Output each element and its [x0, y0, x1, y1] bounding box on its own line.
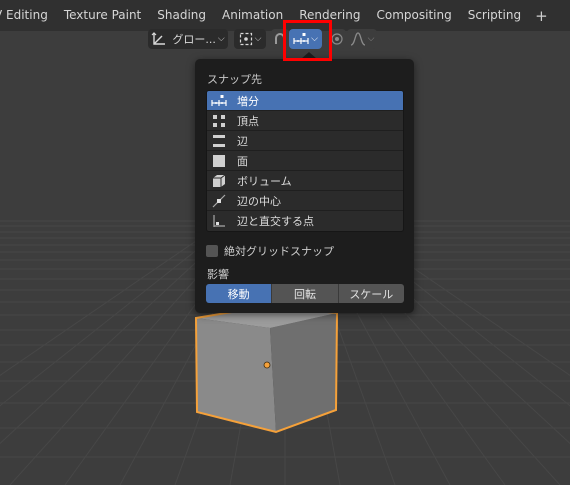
- absolute-grid-snap-option[interactable]: 絶対グリッドスナップ: [206, 243, 334, 259]
- snap-option-vertex[interactable]: 頂点: [207, 111, 403, 131]
- increment-icon: [293, 33, 309, 44]
- tab-scripting[interactable]: Scripting: [460, 0, 529, 31]
- snap-target-dropdown[interactable]: ⌵: [289, 29, 322, 49]
- snap-option-edge-perpendicular[interactable]: 辺と直交する点: [207, 211, 403, 231]
- snap-option-label: 面: [237, 154, 248, 168]
- snap-option-label: 増分: [237, 94, 259, 108]
- affect-toggle-group: 移動 回転 スケール: [206, 284, 404, 303]
- absolute-grid-snap-checkbox[interactable]: [206, 245, 218, 257]
- affect-heading: 影響: [207, 268, 229, 281]
- affect-scale-button[interactable]: スケール: [338, 284, 404, 303]
- orientation-label: グロー...: [172, 33, 216, 46]
- snap-option-face[interactable]: 面: [207, 151, 403, 171]
- affect-rotate-button[interactable]: 回転: [272, 284, 339, 303]
- edge-perpendicular-icon: [211, 214, 227, 228]
- face-icon: [211, 154, 227, 168]
- proportional-editing-icon: [331, 33, 343, 45]
- default-cube[interactable]: [194, 304, 339, 434]
- proportional-editing-toggle[interactable]: [328, 29, 346, 49]
- snap-option-increment[interactable]: 増分: [207, 91, 403, 111]
- pivot-icon: [239, 32, 252, 46]
- snap-option-edge-center[interactable]: 辺の中心: [207, 191, 403, 211]
- snap-toggle-button[interactable]: [271, 29, 289, 49]
- snap-option-label: ボリューム: [237, 174, 292, 188]
- snap-to-heading: スナップ先: [207, 73, 262, 86]
- chevron-down-icon: ⌵: [217, 34, 225, 44]
- snap-option-edge[interactable]: 辺: [207, 131, 403, 151]
- affect-move-button[interactable]: 移動: [206, 284, 273, 303]
- tab-rendering[interactable]: Rendering: [291, 0, 368, 31]
- edge-center-icon: [211, 194, 227, 208]
- snap-option-label: 辺: [237, 134, 248, 148]
- pivot-point-dropdown[interactable]: ⌵: [234, 29, 266, 49]
- tab-texture-paint[interactable]: Texture Paint: [56, 0, 149, 31]
- falloff-curve-icon: [350, 32, 365, 46]
- tab-uv-editing[interactable]: V Editing: [0, 0, 56, 31]
- magnet-icon: [275, 33, 285, 44]
- chevron-down-icon: ⌵: [367, 34, 375, 44]
- tab-shading[interactable]: Shading: [149, 0, 214, 31]
- transform-orientation-dropdown[interactable]: グロー... ⌵: [148, 29, 228, 49]
- popover-pointer: [301, 52, 317, 59]
- snap-option-label: 辺の中心: [237, 194, 281, 208]
- proportional-falloff-dropdown[interactable]: ⌵: [347, 29, 377, 49]
- add-workspace-button[interactable]: +: [529, 7, 554, 25]
- absolute-grid-snap-label: 絶対グリッドスナップ: [224, 245, 334, 258]
- chevron-down-icon: ⌵: [311, 34, 318, 44]
- orientation-axes-icon: [151, 32, 166, 45]
- viewport-header-tools: グロー... ⌵ ⌵ ⌵ ⌵: [0, 28, 570, 52]
- snap-option-label: 頂点: [237, 114, 259, 128]
- snap-option-label: 辺と直交する点: [237, 215, 314, 228]
- snap-settings-popover: スナップ先 増分 頂点 辺 面 ボリューム 辺の中心 辺と直交する点 絶対グリッ…: [195, 59, 414, 313]
- snap-target-list: 増分 頂点 辺 面 ボリューム 辺の中心 辺と直交する点: [206, 90, 404, 232]
- vertex-icon: [211, 114, 227, 128]
- volume-icon: [211, 174, 227, 188]
- tab-compositing[interactable]: Compositing: [368, 0, 459, 31]
- workspace-tab-bar: V Editing Texture Paint Shading Animatio…: [0, 0, 570, 31]
- increment-icon: [211, 94, 227, 108]
- tab-animation[interactable]: Animation: [214, 0, 291, 31]
- snap-option-volume[interactable]: ボリューム: [207, 171, 403, 191]
- edge-icon: [211, 134, 227, 148]
- chevron-down-icon: ⌵: [254, 34, 262, 44]
